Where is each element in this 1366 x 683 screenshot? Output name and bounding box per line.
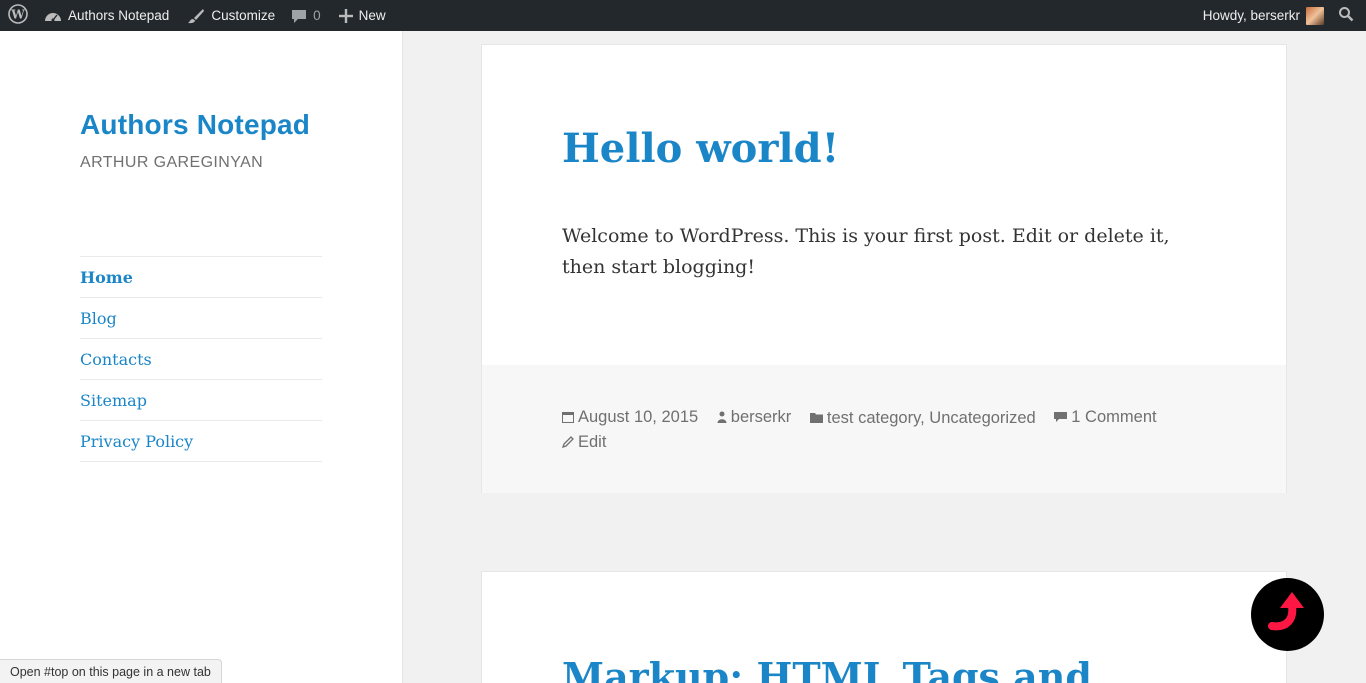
post-card: Hello world! Welcome to WordPress. This … — [481, 44, 1287, 493]
comment-bubble-icon — [1054, 411, 1068, 423]
arrow-up-icon — [1267, 590, 1308, 639]
comments-link[interactable]: 0 — [291, 0, 321, 31]
comment-icon — [291, 8, 307, 24]
post-comments: 1 Comment — [1071, 408, 1157, 426]
pencil-icon — [562, 436, 574, 448]
post-author: berserkr — [730, 408, 792, 426]
menu-item-blog[interactable]: Blog — [80, 298, 322, 339]
new-content-link[interactable]: New — [338, 0, 386, 31]
avatar — [1306, 6, 1324, 25]
customize-link[interactable]: Customize — [187, 0, 275, 31]
svg-text:W: W — [10, 8, 25, 22]
post-author-link[interactable]: berserkr — [717, 405, 792, 429]
user-icon — [717, 411, 727, 423]
site-name-link[interactable]: Authors Notepad — [44, 0, 169, 31]
folder-icon — [809, 412, 823, 423]
main-menu: Home Blog Contacts Sitemap Privacy Polic… — [80, 256, 322, 462]
menu-item-home[interactable]: Home — [80, 257, 322, 298]
my-account-link[interactable]: Howdy, berserkr — [1203, 0, 1324, 31]
admin-bar: W Authors Notepad Customize 0 New Howdy,… — [0, 0, 1366, 31]
new-label: New — [358, 8, 386, 23]
scroll-to-top-button[interactable] — [1251, 578, 1324, 651]
post-comments-link[interactable]: 1 Comment — [1054, 405, 1157, 429]
post-categories: test category, Uncategorized — [826, 408, 1036, 427]
menu-item-sitemap[interactable]: Sitemap — [80, 380, 322, 421]
wordpress-logo-button[interactable]: W — [0, 0, 36, 31]
post-categories-link[interactable]: test category, Uncategorized — [809, 406, 1036, 430]
post-title[interactable]: Hello world! — [562, 125, 839, 172]
post-date-link[interactable]: August 10, 2015 — [562, 405, 698, 429]
dashboard-icon — [44, 9, 62, 23]
status-bar-tooltip: Open #top on this page in a new tab — [0, 659, 222, 683]
site-title[interactable]: Authors Notepad — [80, 109, 310, 141]
post-footer: August 10, 2015 berserkr test category, … — [482, 365, 1286, 493]
brush-icon — [187, 8, 205, 24]
site-description: ARTHUR GAREGINYAN — [80, 154, 264, 171]
plus-icon — [338, 8, 353, 23]
edit-post-link[interactable]: Edit — [562, 430, 1222, 454]
customize-label: Customize — [211, 8, 276, 23]
menu-item-privacy-policy[interactable]: Privacy Policy — [80, 421, 322, 462]
post-card: Markup: HTML Tags and — [481, 571, 1287, 683]
site-name-label: Authors Notepad — [68, 8, 170, 23]
search-button[interactable] — [1326, 0, 1366, 31]
search-icon — [1338, 6, 1354, 25]
post-title[interactable]: Markup: HTML Tags and — [562, 654, 1092, 683]
menu-item-contacts[interactable]: Contacts — [80, 339, 322, 380]
post-meta: August 10, 2015 berserkr test category, … — [562, 405, 1222, 454]
sidebar: Authors Notepad ARTHUR GAREGINYAN Home B… — [0, 31, 403, 683]
edit-label: Edit — [578, 433, 607, 451]
wordpress-icon: W — [8, 4, 28, 27]
comments-count: 0 — [313, 8, 321, 23]
howdy-text: Howdy, berserkr — [1202, 8, 1300, 23]
post-content: Welcome to WordPress. This is your first… — [562, 225, 1170, 278]
calendar-icon — [562, 411, 574, 423]
post-date: August 10, 2015 — [578, 408, 699, 426]
